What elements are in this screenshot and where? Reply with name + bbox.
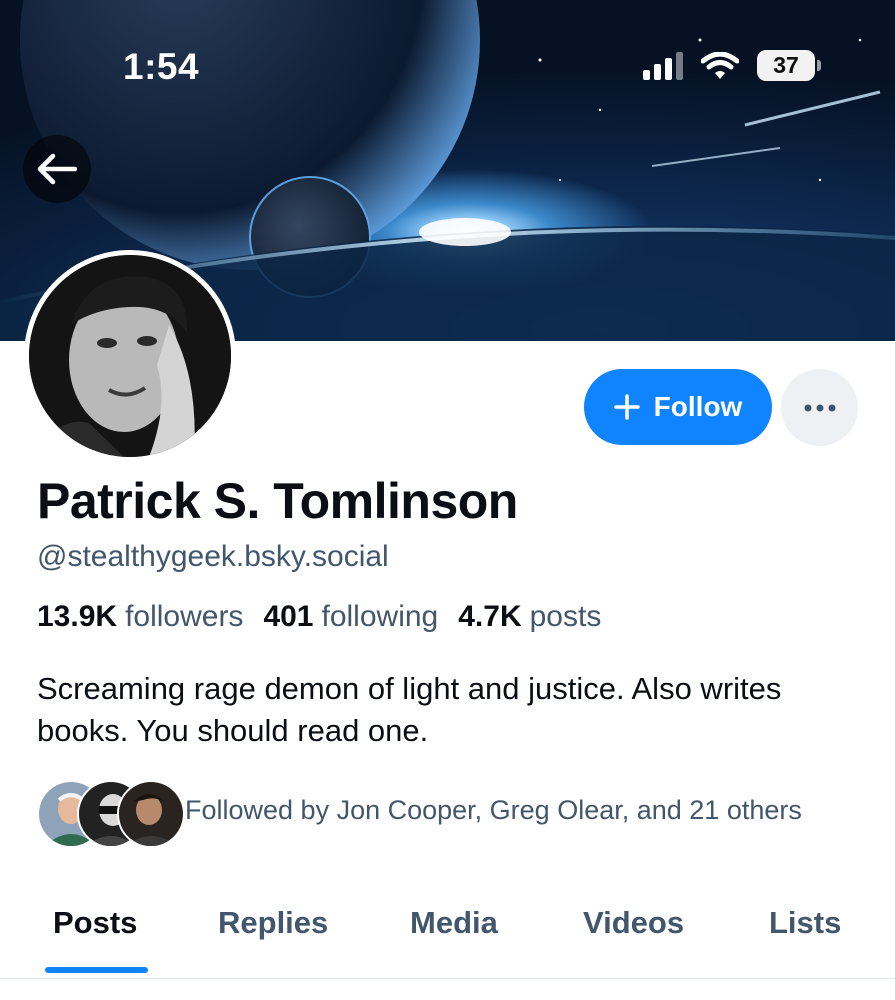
tab-lists[interactable]: Lists (769, 905, 841, 941)
following-count: 401 (263, 600, 314, 633)
posts-label: posts (529, 600, 602, 633)
display-name: Patrick S. Tomlinson (37, 473, 518, 529)
avatar[interactable] (24, 250, 236, 462)
battery-level: 37 (773, 52, 799, 78)
status-icons: 37 (643, 50, 821, 81)
tab-media[interactable]: Media (410, 905, 498, 941)
tab-posts[interactable]: Posts (53, 905, 137, 941)
ellipsis-icon (804, 404, 835, 411)
tabs-divider (0, 978, 895, 979)
follow-button[interactable]: Follow (584, 369, 772, 445)
wifi-icon (701, 51, 739, 79)
following-stat[interactable]: 401 following (263, 600, 438, 634)
known-follower-avatar-3 (117, 780, 185, 848)
handle: @stealthygeek.bsky.social (37, 540, 389, 573)
battery-icon: 37 (757, 50, 821, 81)
followed-by[interactable]: Followed by Jon Cooper, Greg Olear, and … (37, 780, 802, 848)
avatar-photo (29, 255, 231, 457)
tab-videos[interactable]: Videos (583, 905, 684, 941)
active-tab-indicator (45, 967, 148, 973)
following-label: following (321, 600, 439, 633)
tab-replies[interactable]: Replies (218, 905, 328, 941)
status-time: 1:54 (123, 46, 200, 87)
back-button[interactable] (23, 135, 91, 203)
posts-count: 4.7K (458, 600, 522, 633)
arrow-left-icon (37, 153, 77, 185)
followers-label: followers (125, 600, 244, 633)
followers-count: 13.9K (37, 600, 118, 633)
followed-by-text: Followed by Jon Cooper, Greg Olear, and … (185, 795, 802, 825)
plus-icon (613, 394, 640, 420)
posts-stat: 4.7K posts (458, 600, 601, 634)
more-options-button[interactable] (781, 369, 858, 446)
profile-bio: Screaming rage demon of light and justic… (37, 671, 782, 748)
signal-icon (643, 51, 683, 80)
profile-stats: 13.9K followers 401 following 4.7K posts (37, 600, 601, 634)
followers-stat[interactable]: 13.9K followers (37, 600, 243, 634)
follow-label: Follow (653, 391, 743, 422)
